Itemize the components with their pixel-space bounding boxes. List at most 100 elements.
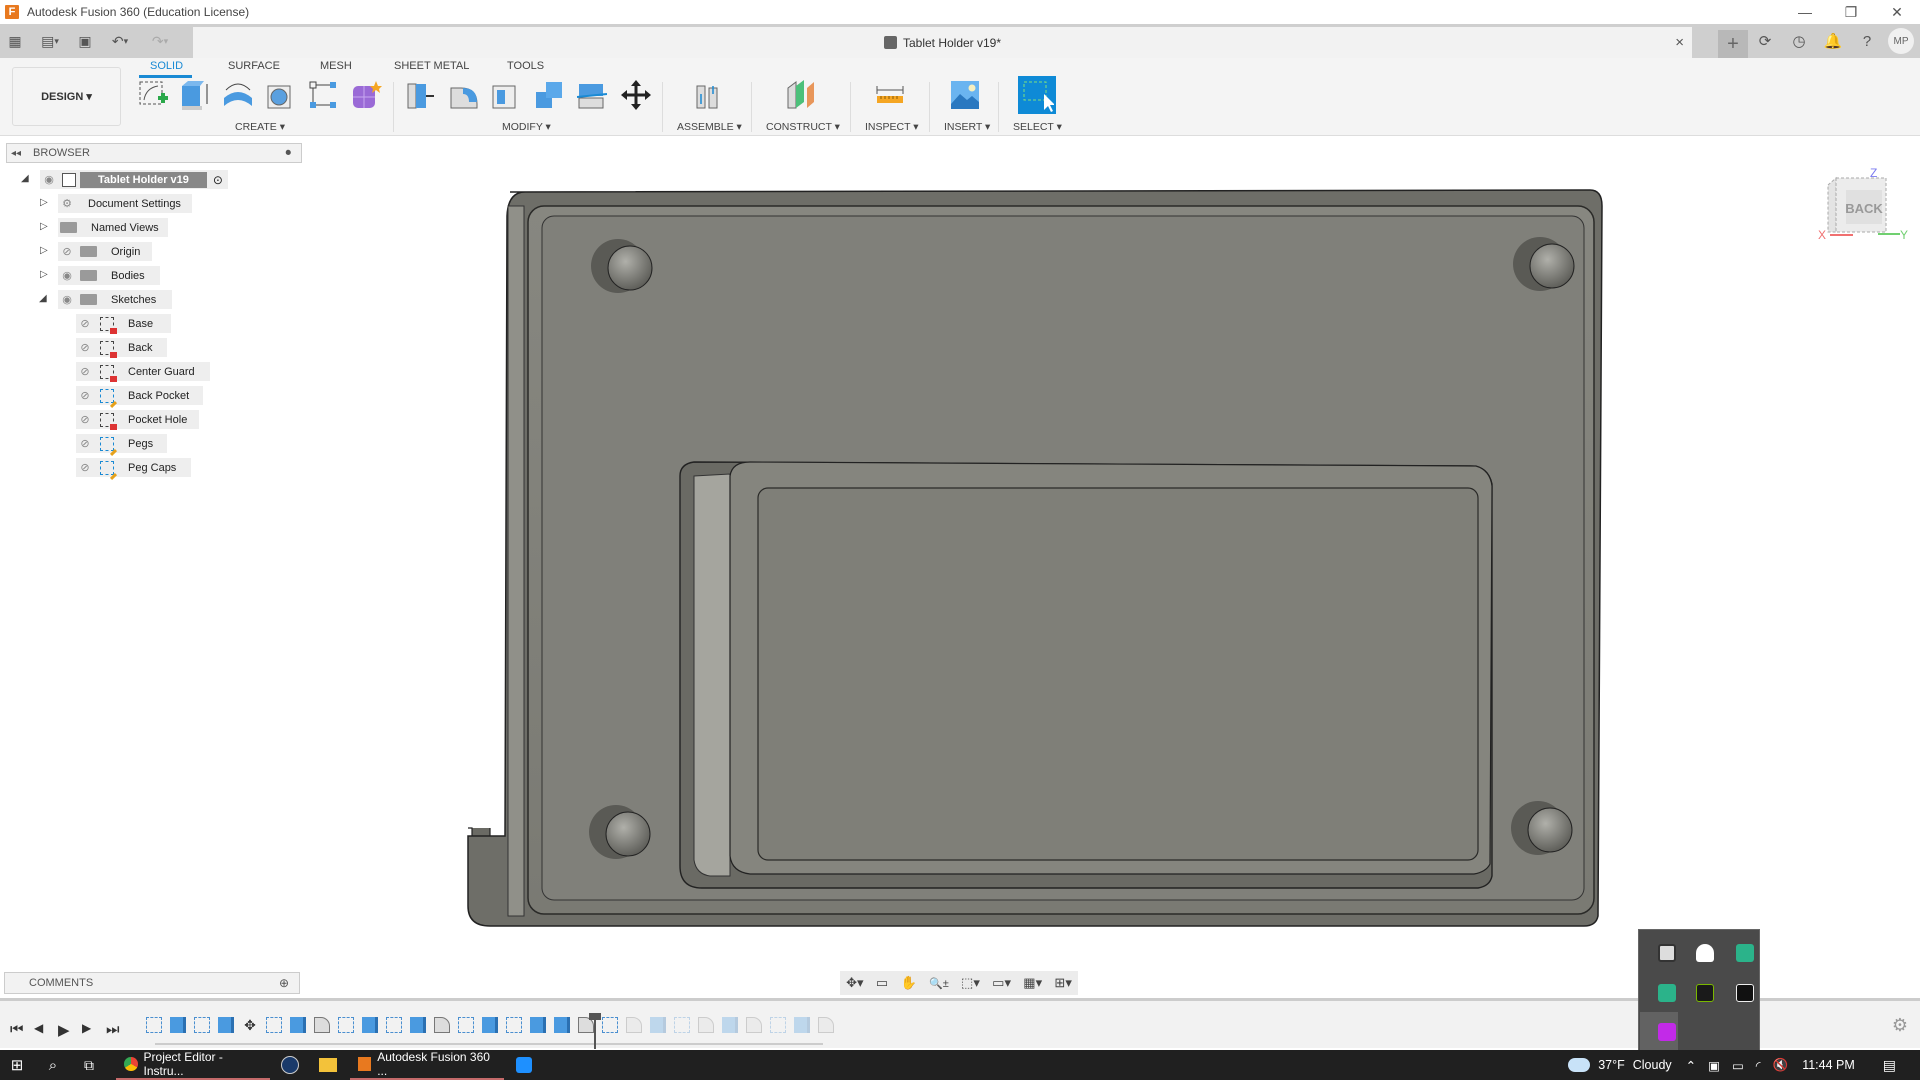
tree-item-document-settings[interactable]: ⚙ Document Settings — [58, 194, 192, 213]
timeline-sketch-feature[interactable] — [338, 1017, 354, 1033]
help-icon[interactable]: ? — [1850, 24, 1884, 58]
taskbar-app-fusion[interactable]: Autodesk Fusion 360 ... — [350, 1050, 504, 1080]
weather-cloud-icon[interactable] — [1568, 1058, 1591, 1072]
select-menu[interactable]: SELECT ▾ — [1013, 121, 1062, 133]
construct-menu[interactable]: CONSTRUCT ▾ — [766, 121, 840, 133]
split-body-icon[interactable] — [575, 78, 609, 112]
restore-button[interactable]: ❐ — [1828, 0, 1874, 24]
extrude-icon[interactable] — [178, 78, 212, 112]
timeline-extrude-feature[interactable] — [410, 1017, 426, 1033]
wifi-icon[interactable]: ◜ — [1756, 1058, 1761, 1073]
task-view-icon[interactable]: ⧉ — [72, 1050, 106, 1080]
workspace-switcher[interactable]: DESIGN ▾ — [12, 67, 121, 126]
timeline-fillet-feature[interactable] — [626, 1017, 642, 1033]
timeline-play-button[interactable]: ▶ — [58, 1021, 70, 1039]
battery-icon[interactable]: ▭ — [1732, 1058, 1744, 1073]
meet-now-icon[interactable]: ▣ — [1708, 1058, 1720, 1073]
insert-menu[interactable]: INSERT ▾ — [944, 121, 990, 133]
offset-plane-icon[interactable] — [784, 78, 818, 112]
revolve-icon[interactable] — [221, 78, 255, 112]
weather-temp[interactable]: 37°F — [1598, 1058, 1625, 1072]
tree-item-origin[interactable]: ⊘ Origin — [58, 242, 152, 261]
collapse-browser-icon[interactable]: ◂◂ — [11, 148, 21, 159]
tab-solid[interactable]: SOLID — [150, 60, 183, 72]
hidden-eye-icon[interactable]: ⊘ — [76, 413, 94, 426]
redo-icon[interactable]: ↷ ▾ — [140, 24, 180, 58]
shell-icon[interactable] — [489, 78, 523, 112]
timeline-sketch-feature[interactable] — [770, 1017, 786, 1033]
cortana-c-icon[interactable] — [504, 1050, 544, 1080]
timeline-extrude-feature[interactable] — [794, 1017, 810, 1033]
grid-settings-icon[interactable]: ▦▾ — [1023, 975, 1042, 991]
timeline-move-feature[interactable]: ✥ — [242, 1017, 258, 1033]
tree-root[interactable]: ◉ Tablet Holder v19 ⊙ — [40, 170, 228, 189]
clock-time[interactable]: 11:44 PM — [1802, 1058, 1855, 1072]
timeline-sketch-feature[interactable] — [602, 1017, 618, 1033]
sketch-item-base[interactable]: ⊘ Base — [76, 314, 171, 334]
timeline-extrude-feature[interactable] — [482, 1017, 498, 1033]
timeline-sketch-feature[interactable] — [194, 1017, 210, 1033]
extensions-icon[interactable]: ⟳ — [1748, 24, 1782, 58]
sketch-item-pocket-hole[interactable]: ⊘ Pocket Hole — [76, 410, 199, 430]
timeline-first-button[interactable]: ⏮ — [10, 1021, 24, 1038]
look-at-icon[interactable]: ▭ — [876, 975, 888, 991]
tree-item-sketches[interactable]: ◉ Sketches — [58, 290, 172, 309]
timeline-fillet-feature[interactable] — [818, 1017, 834, 1033]
view-cube[interactable]: BACK Z X Y — [1808, 160, 1918, 242]
visibility-eye-icon[interactable]: ◉ — [40, 173, 58, 186]
timeline-sketch-feature[interactable] — [674, 1017, 690, 1033]
data-panel-grid-icon[interactable]: ▦ — [0, 24, 30, 58]
user-avatar[interactable]: MP — [1888, 28, 1914, 54]
nvidia-icon[interactable] — [1696, 984, 1714, 1002]
modify-menu[interactable]: MODIFY ▾ — [502, 121, 551, 133]
create-menu[interactable]: CREATE ▾ — [235, 121, 285, 133]
viewports-icon[interactable]: ⊞▾ — [1054, 975, 1071, 991]
measure-icon[interactable] — [873, 78, 907, 112]
timeline-extrude-feature[interactable] — [170, 1017, 186, 1033]
timeline-fillet-feature[interactable] — [314, 1017, 330, 1033]
timeline-prev-button[interactable]: ◀ — [34, 1021, 43, 1035]
pattern-icon[interactable] — [306, 78, 340, 112]
undo-icon[interactable]: ↶ ▾ — [100, 24, 140, 58]
zoom-icon[interactable]: 🔍± — [929, 977, 949, 990]
expand-document-settings[interactable]: ▷ — [40, 197, 48, 208]
move-copy-icon[interactable] — [619, 78, 653, 112]
timeline-sketch-feature[interactable] — [506, 1017, 522, 1033]
hidden-eye-icon[interactable]: ⊘ — [76, 437, 94, 450]
expand-named-views[interactable]: ▷ — [40, 221, 48, 232]
sketch-item-back-pocket[interactable]: ⊘ Back Pocket — [76, 386, 203, 408]
timeline-sketch-feature[interactable] — [386, 1017, 402, 1033]
timeline-sketch-feature[interactable] — [266, 1017, 282, 1033]
tab-surface[interactable]: SURFACE — [228, 60, 280, 72]
timeline-fillet-feature[interactable] — [746, 1017, 762, 1033]
hidden-eye-icon[interactable]: ⊘ — [58, 245, 76, 258]
search-icon[interactable]: ⌕ — [34, 1050, 72, 1080]
display-settings-icon[interactable]: ▭▾ — [992, 975, 1011, 991]
sketch-item-peg-caps[interactable]: ⊘ Peg Caps — [76, 458, 191, 480]
taskbar-app-chrome[interactable]: Project Editor - Instru... — [116, 1050, 270, 1080]
timeline-extrude-feature[interactable] — [290, 1017, 306, 1033]
document-tab[interactable]: Tablet Holder v19* × — [193, 27, 1692, 58]
job-status-icon[interactable]: ◷ — [1782, 24, 1816, 58]
windows-start-icon[interactable]: ⊞ — [0, 1050, 34, 1080]
assemble-menu[interactable]: ASSEMBLE ▾ — [677, 121, 742, 133]
inspect-menu[interactable]: INSPECT ▾ — [865, 121, 919, 133]
add-comment-icon[interactable]: ⊕ — [279, 976, 289, 990]
hidden-eye-icon[interactable]: ⊘ — [76, 389, 94, 402]
tab-mesh[interactable]: MESH — [320, 60, 352, 72]
expand-bodies[interactable]: ▷ — [40, 269, 48, 280]
hidden-eye-icon[interactable]: ⊘ — [76, 341, 94, 354]
save-icon[interactable]: ▣ — [70, 24, 100, 58]
visibility-eye-icon[interactable]: ◉ — [58, 269, 76, 282]
timeline-extrude-feature[interactable] — [650, 1017, 666, 1033]
visibility-eye-icon[interactable]: ◉ — [58, 293, 76, 306]
tree-item-bodies[interactable]: ◉ Bodies — [58, 266, 160, 285]
timeline-extrude-feature[interactable] — [554, 1017, 570, 1033]
close-window-button[interactable]: ✕ — [1874, 0, 1920, 24]
combine-icon[interactable] — [532, 78, 566, 112]
activate-radio-icon[interactable]: ⊙ — [213, 173, 223, 187]
hidden-eye-icon[interactable]: ⊘ — [76, 317, 94, 330]
timeline-sketch-feature[interactable] — [458, 1017, 474, 1033]
select-icon[interactable] — [1018, 76, 1056, 114]
press-pull-icon[interactable] — [404, 78, 438, 112]
